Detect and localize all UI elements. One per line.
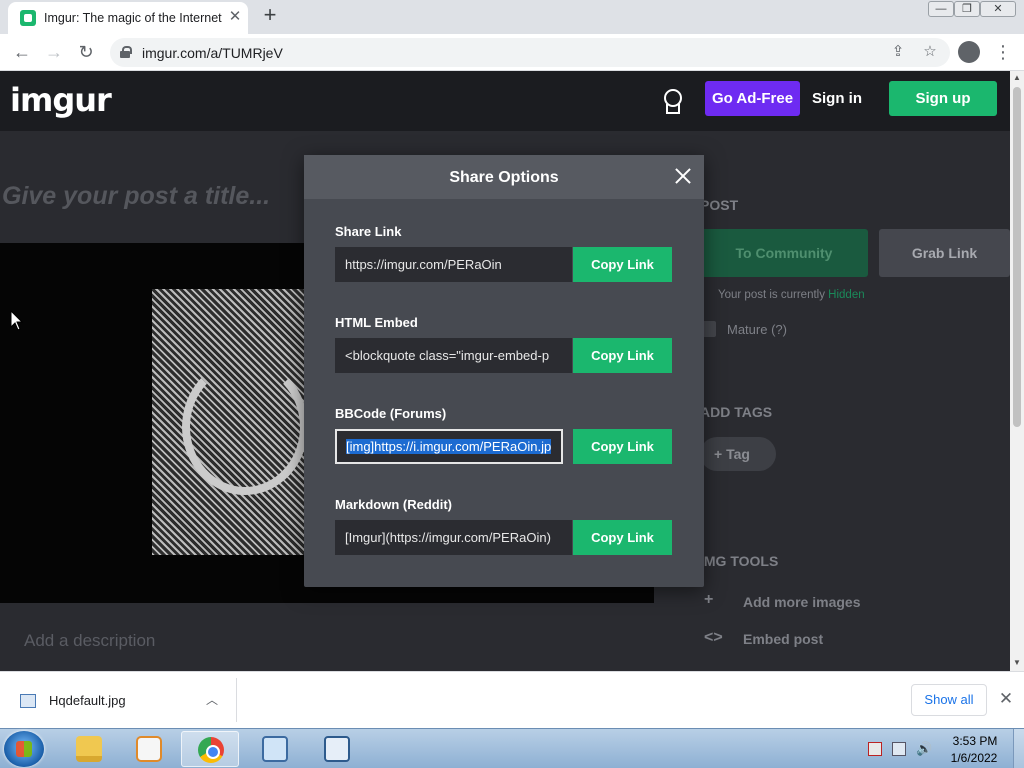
tag-button-label: Tag bbox=[726, 446, 750, 462]
download-shelf: Hqdefault.jpg ︿ Show all ✕ bbox=[0, 671, 1024, 728]
post-image bbox=[152, 289, 312, 555]
html-embed-label: HTML Embed bbox=[335, 315, 418, 330]
bbcode-label: BBCode (Forums) bbox=[335, 406, 447, 421]
sign-up-button[interactable]: Sign up bbox=[889, 81, 997, 116]
forward-arrow-icon[interactable]: → bbox=[42, 40, 66, 64]
show-all-button[interactable]: Show all bbox=[911, 684, 987, 716]
close-download-shelf-icon[interactable]: ✕ bbox=[997, 688, 1015, 710]
window-minimize-button[interactable]: — bbox=[928, 1, 954, 17]
chevron-up-icon[interactable]: ︿ bbox=[205, 691, 219, 707]
taskbar-network-app[interactable] bbox=[246, 731, 304, 767]
mature-label: Mature (?) bbox=[727, 322, 787, 337]
browser-toolbar: ← → ↻ imgur.com/a/TUMRjeV ⇪ ☆ ⋮ bbox=[0, 34, 1024, 71]
control-panel-icon bbox=[262, 736, 288, 762]
html-embed-field[interactable]: <blockquote class="imgur-embed-p bbox=[335, 338, 572, 373]
add-tags-heading: ADD TAGS bbox=[700, 404, 773, 420]
go-adfree-button[interactable]: Go Ad-Free bbox=[705, 81, 800, 116]
scroll-up-arrow-icon[interactable]: ▲ bbox=[1013, 74, 1021, 82]
image-file-icon[interactable] bbox=[20, 694, 36, 708]
description-input[interactable]: Add a description bbox=[24, 631, 155, 651]
code-icon[interactable]: <> bbox=[704, 629, 723, 647]
add-tag-button[interactable]: + Tag bbox=[700, 437, 776, 471]
reload-icon[interactable]: ↻ bbox=[74, 40, 98, 64]
taskbar-explorer[interactable] bbox=[60, 731, 118, 767]
plus-icon: + bbox=[714, 446, 723, 462]
window-close-button[interactable]: ✕ bbox=[980, 1, 1016, 17]
taskbar-chrome[interactable] bbox=[181, 731, 239, 767]
copy-bbcode-button[interactable]: Copy Link bbox=[573, 429, 672, 464]
bbcode-selected-text[interactable]: [img]https://i.imgur.com/PERaOin.jp bbox=[346, 439, 552, 454]
network-icon[interactable] bbox=[892, 742, 906, 756]
taskbar-media-player[interactable] bbox=[120, 731, 178, 767]
bbcode-field[interactable]: [img]https://i.imgur.com/PERaOin.jp bbox=[335, 429, 563, 464]
profile-avatar-icon[interactable] bbox=[958, 41, 980, 63]
media-player-icon bbox=[136, 736, 162, 762]
clock-date[interactable]: 1/6/2022 bbox=[946, 751, 1002, 765]
tab-close-icon[interactable]: ✕ bbox=[226, 8, 244, 26]
to-community-button[interactable]: To Community bbox=[700, 229, 868, 277]
award-ribbon-icon[interactable] bbox=[662, 89, 684, 115]
on-screen-keyboard-icon bbox=[324, 736, 350, 762]
modal-title: Share Options bbox=[449, 169, 559, 186]
copy-html-embed-button[interactable]: Copy Link bbox=[573, 338, 672, 373]
taskbar-keyboard-app[interactable] bbox=[308, 731, 366, 767]
browser-tab[interactable]: Imgur: The magic of the Internet ✕ bbox=[8, 2, 248, 34]
post-status-prefix: Your post is currently bbox=[718, 289, 825, 301]
scroll-down-arrow-icon[interactable]: ▼ bbox=[1013, 659, 1021, 667]
sign-in-link[interactable]: Sign in bbox=[812, 90, 862, 107]
plus-icon[interactable]: + bbox=[704, 591, 713, 609]
start-button[interactable] bbox=[4, 731, 44, 767]
add-more-images-link[interactable]: Add more images bbox=[743, 594, 860, 610]
download-divider bbox=[236, 678, 237, 722]
post-heading: POST bbox=[700, 197, 739, 213]
show-desktop-button[interactable] bbox=[1013, 729, 1024, 768]
browser-tabstrip: Imgur: The magic of the Internet ✕ + — ❐… bbox=[0, 0, 1024, 34]
back-arrow-icon[interactable]: ← bbox=[10, 40, 34, 64]
share-options-modal: Share Options Share Link https://imgur.c… bbox=[304, 155, 704, 587]
window-restore-button[interactable]: ❐ bbox=[954, 1, 980, 17]
page-scrollbar[interactable]: ▲ ▼ bbox=[1010, 71, 1024, 671]
url-text[interactable]: imgur.com/a/TUMRjeV bbox=[142, 45, 283, 61]
bookmark-star-icon[interactable]: ☆ bbox=[920, 42, 940, 62]
tab-title: Imgur: The magic of the Internet bbox=[44, 11, 222, 25]
scrollbar-thumb[interactable] bbox=[1013, 87, 1021, 427]
post-title-input[interactable]: Give your post a title... bbox=[2, 182, 270, 211]
chrome-icon bbox=[198, 737, 224, 763]
post-status-value[interactable]: Hidden bbox=[828, 289, 864, 301]
new-tab-button[interactable]: + bbox=[258, 4, 282, 28]
address-bar[interactable]: imgur.com/a/TUMRjeV ⇪ ☆ bbox=[110, 38, 950, 67]
imgur-favicon-icon bbox=[20, 10, 36, 26]
download-file-name[interactable]: Hqdefault.jpg bbox=[49, 693, 126, 708]
copy-share-link-button[interactable]: Copy Link bbox=[573, 247, 672, 282]
copy-markdown-button[interactable]: Copy Link bbox=[573, 520, 672, 555]
share-link-label: Share Link bbox=[335, 224, 402, 239]
lock-icon[interactable] bbox=[120, 46, 132, 58]
markdown-label: Markdown (Reddit) bbox=[335, 497, 452, 512]
post-status-text: Your post is currently Hidden bbox=[718, 289, 865, 301]
share-link-field[interactable]: https://imgur.com/PERaOin bbox=[335, 247, 572, 282]
windows-taskbar: 🔊 3:53 PM 1/6/2022 bbox=[0, 728, 1024, 768]
browser-menu-icon[interactable]: ⋮ bbox=[994, 40, 1012, 64]
markdown-field[interactable]: [Imgur](https://imgur.com/PERaOin) bbox=[335, 520, 572, 555]
folder-icon bbox=[76, 736, 102, 762]
mouse-cursor-icon bbox=[10, 310, 24, 331]
volume-icon[interactable]: 🔊 bbox=[916, 742, 932, 756]
imgur-page: imgur Go Ad-Free Sign in Sign up Give yo… bbox=[0, 71, 1010, 671]
embed-post-link[interactable]: Embed post bbox=[743, 631, 823, 647]
close-icon[interactable] bbox=[672, 165, 694, 187]
clock-time[interactable]: 3:53 PM bbox=[950, 734, 1000, 748]
imgur-logo[interactable]: imgur bbox=[10, 81, 112, 119]
img-tools-heading: IMG TOOLS bbox=[700, 553, 779, 569]
share-icon[interactable]: ⇪ bbox=[888, 42, 908, 62]
grab-link-button[interactable]: Grab Link bbox=[879, 229, 1010, 277]
action-center-flag-icon[interactable] bbox=[868, 742, 882, 756]
